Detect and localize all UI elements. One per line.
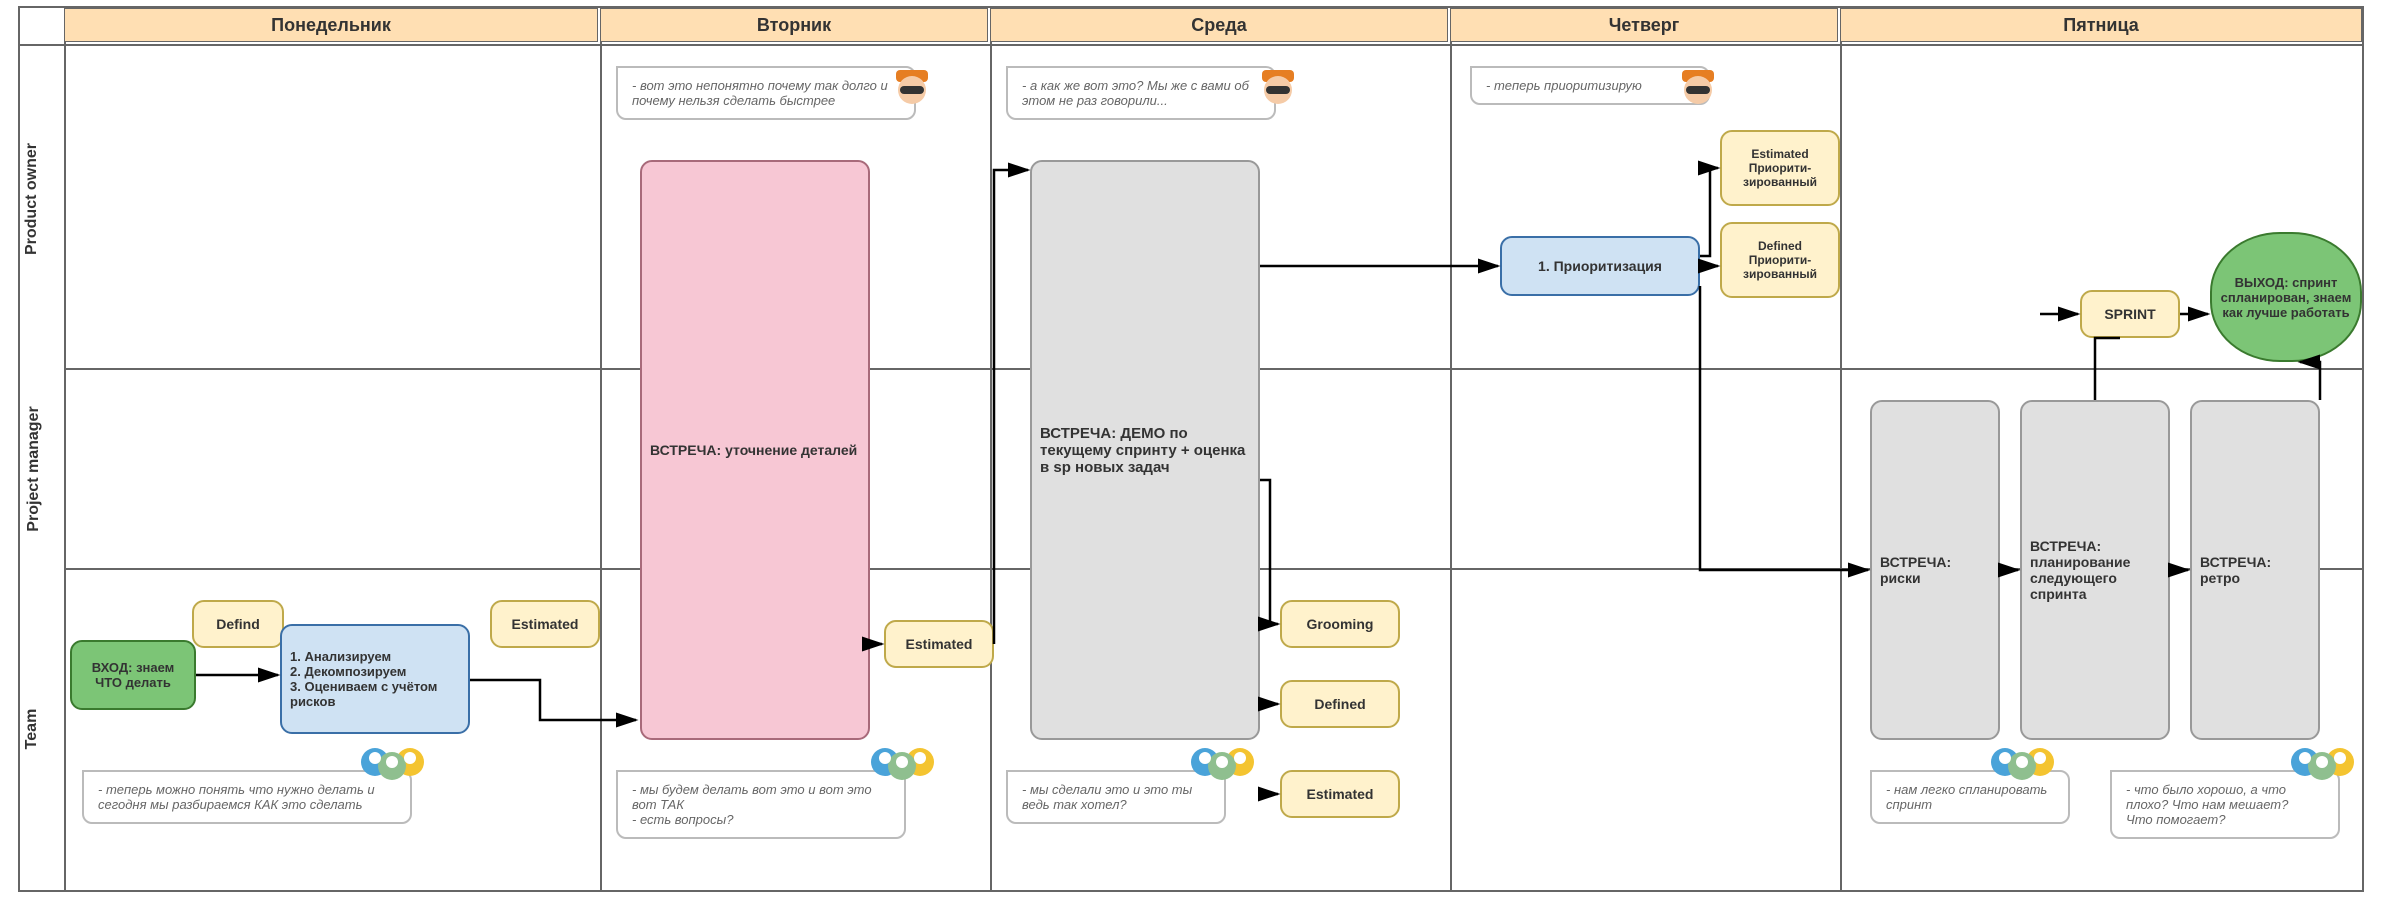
diagram-root: Product owner Project manager Team Понед…	[0, 0, 2384, 899]
day-header-fri: Пятница	[1840, 8, 2362, 42]
entry-block: ВХОД: знаем ЧТО делать	[70, 640, 196, 710]
team-icon	[1990, 740, 2060, 784]
def-prio-tag: Defined Приорити-зированный	[1720, 222, 1840, 298]
comment-team-tue: - мы будем делать вот это и вот это вот …	[616, 770, 906, 839]
po-icon	[1256, 66, 1300, 110]
defind-tag: Defind	[192, 600, 284, 648]
day-header-tue: Вторник	[600, 8, 988, 42]
team-icon	[2290, 740, 2360, 784]
exit-block: ВЫХОД: спринт спланирован, знаем как луч…	[2210, 232, 2362, 362]
team-icon	[1190, 740, 1260, 784]
est-prio-tag: Estimated Приорити-зированный	[1720, 130, 1840, 206]
estimated3-tag: Estimated	[1280, 770, 1400, 818]
meeting-retro-block: ВСТРЕЧА: ретро	[2190, 400, 2320, 740]
analyze-block: 1. Анализируем 2. Декомпозируем 3. Оцени…	[280, 624, 470, 734]
estimated1-tag: Estimated	[490, 600, 600, 648]
meeting-demo-block: ВСТРЕЧА: ДЕМО по текущему спринту + оцен…	[1030, 160, 1260, 740]
defined3-tag: Defined	[1280, 680, 1400, 728]
estimated2-tag: Estimated	[884, 620, 994, 668]
po-icon	[890, 66, 934, 110]
meeting-risks-block: ВСТРЕЧА: риски	[1870, 400, 2000, 740]
comment-po-tue: - вот это непонятно почему так долго и п…	[616, 66, 916, 120]
comment-po-thu: - теперь приоритизирую	[1470, 66, 1710, 105]
priority-block: 1. Приоритизация	[1500, 236, 1700, 296]
day-header-thu: Четверг	[1450, 8, 1838, 42]
meeting-detail-block: ВСТРЕЧА: уточнение деталей	[640, 160, 870, 740]
po-icon	[1676, 66, 1720, 110]
day-header-mon: Понедельник	[64, 8, 598, 42]
grooming-tag: Grooming	[1280, 600, 1400, 648]
team-icon	[360, 740, 430, 784]
comment-po-wed: - а как же вот это? Мы же с вами об этом…	[1006, 66, 1276, 120]
team-icon	[870, 740, 940, 784]
meeting-planning-block: ВСТРЕЧА: планирование следующего спринта	[2020, 400, 2170, 740]
day-header-wed: Среда	[990, 8, 1448, 42]
sprint-tag: SPRINT	[2080, 290, 2180, 338]
